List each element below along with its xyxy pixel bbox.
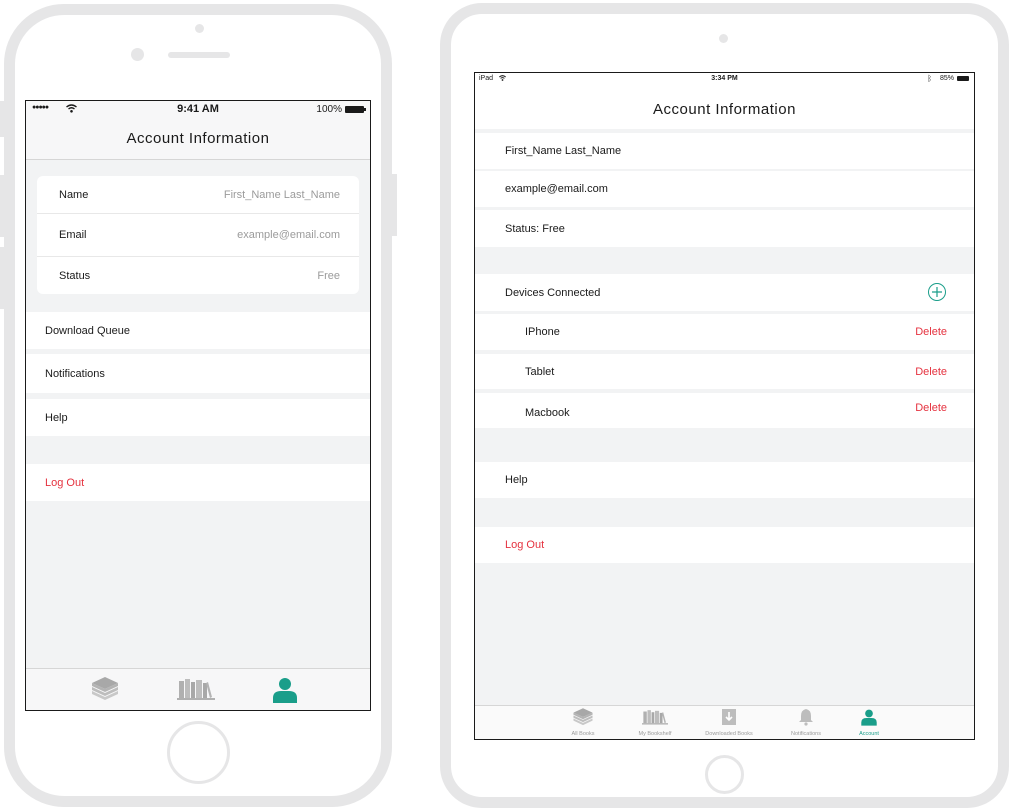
delete-device-button[interactable]: Delete (915, 402, 947, 414)
phone-header: ●●●●● 9:41 AM 100% Account Information (26, 101, 370, 160)
logout-button[interactable]: Log Out (26, 464, 370, 501)
help-label: Help (505, 474, 528, 486)
tab-notifications[interactable]: Notifications (781, 708, 831, 737)
device-row-iphone: IPhone Delete (475, 314, 974, 350)
account-row-value: Free (317, 269, 340, 282)
tab-all-books[interactable] (88, 677, 122, 703)
tablet-tab-bar: All Books My Bookshelf Downloaded Books (475, 705, 974, 739)
phone-volume-down (0, 247, 5, 309)
delete-device-button[interactable]: Delete (915, 366, 947, 378)
account-card: Name First_Name Last_Name Email example@… (37, 176, 359, 294)
menu-item-label: Download Queue (45, 324, 131, 337)
account-row-label: Email (59, 229, 87, 241)
page-title: Account Information (126, 130, 270, 147)
bookshelf-icon (642, 710, 668, 725)
phone-home-button[interactable] (167, 721, 230, 784)
logout-label: Log Out (45, 476, 85, 489)
tablet-status-bar: iPad 3:34 PM ᛒ 85% (475, 73, 974, 85)
phone-power-button (391, 174, 397, 236)
phone-camera (195, 24, 204, 33)
info-row-name[interactable]: First_Name Last_Name (475, 133, 974, 169)
tab-label: Notifications (791, 731, 821, 737)
account-row-label: Name (59, 188, 89, 201)
tab-bookshelf[interactable] (176, 677, 216, 703)
phone-tab-bar (26, 668, 370, 710)
menu-item-notifications[interactable]: Notifications (26, 354, 370, 393)
device-row-macbook: Macbook Delete (475, 393, 974, 428)
tab-downloaded-books[interactable]: Downloaded Books (697, 708, 761, 737)
tablet-home-button[interactable] (705, 755, 744, 794)
account-row-value: First_Name Last_Name (223, 188, 340, 201)
device-name: Tablet (525, 365, 555, 378)
account-icon (273, 678, 297, 703)
tab-label: Account (859, 731, 879, 737)
battery-icon (345, 106, 364, 113)
phone-volume-up (0, 175, 5, 237)
tab-label: My Bookshelf (638, 731, 672, 737)
battery-tip (364, 108, 366, 111)
help-row[interactable]: Help (475, 462, 974, 498)
phone-proximity-sensor (131, 48, 144, 61)
battery-percent: 100% (316, 104, 342, 115)
tab-label: All Books (571, 731, 595, 737)
account-row-name[interactable]: Name First_Name Last_Name (37, 176, 359, 214)
tab-label: Downloaded Books (705, 731, 753, 737)
phone-speaker (168, 52, 230, 58)
plus-icon (932, 287, 942, 297)
battery-percent: 85% (939, 75, 954, 82)
device-name: Macbook (525, 406, 570, 419)
bluetooth-icon: ᛒ (927, 74, 932, 83)
all-books-icon (573, 708, 593, 726)
page-title: Account Information (653, 101, 796, 118)
device-name: IPhone (525, 326, 560, 338)
menu-item-label: Notifications (45, 367, 105, 380)
all-books-icon (92, 677, 118, 700)
add-device-button[interactable] (928, 283, 946, 301)
tab-all-books[interactable]: All Books (563, 708, 603, 737)
bell-icon (799, 709, 813, 726)
info-row-text: Status: Free (505, 222, 565, 235)
account-row-email[interactable]: Email example@email.com (37, 214, 359, 257)
account-row-status[interactable]: Status Free (37, 257, 359, 294)
tablet-camera (719, 34, 728, 43)
menu-item-label: Help (45, 411, 68, 424)
logout-button[interactable]: Log Out (475, 527, 974, 563)
devices-connected-label: Devices Connected (505, 286, 601, 299)
account-row-value: example@email.com (237, 229, 340, 241)
phone-status-bar: ●●●●● 9:41 AM 100% (26, 101, 370, 119)
menu-item-download-queue[interactable]: Download Queue (26, 312, 370, 349)
info-row-email[interactable]: example@email.com (475, 171, 974, 207)
tablet-screen: iPad 3:34 PM ᛒ 85% Account Information F… (474, 72, 975, 740)
bookshelf-icon (177, 679, 215, 700)
device-row-tablet: Tablet Delete (475, 354, 974, 389)
phone-screen: ●●●●● 9:41 AM 100% Account Information N… (25, 100, 371, 711)
info-row-text: example@email.com (505, 183, 608, 195)
menu-item-help[interactable]: Help (26, 399, 370, 436)
devices-connected-header: Devices Connected (475, 274, 974, 311)
status-time: 3:34 PM (711, 75, 738, 82)
phone-mute-switch (0, 101, 5, 137)
account-row-label: Status (59, 269, 91, 282)
info-row-status[interactable]: Status: Free (475, 210, 974, 247)
account-icon (861, 709, 877, 726)
info-row-text: First_Name Last_Name (505, 145, 622, 157)
tab-account[interactable] (270, 676, 300, 704)
tablet-header: iPad 3:34 PM ᛒ 85% Account Information (475, 73, 974, 129)
delete-device-button[interactable]: Delete (915, 326, 947, 338)
battery-icon (957, 76, 969, 81)
tab-account[interactable]: Account (849, 708, 889, 737)
tab-bookshelf[interactable]: My Bookshelf (630, 708, 680, 737)
logout-label: Log Out (505, 539, 545, 551)
download-icon (722, 709, 736, 725)
